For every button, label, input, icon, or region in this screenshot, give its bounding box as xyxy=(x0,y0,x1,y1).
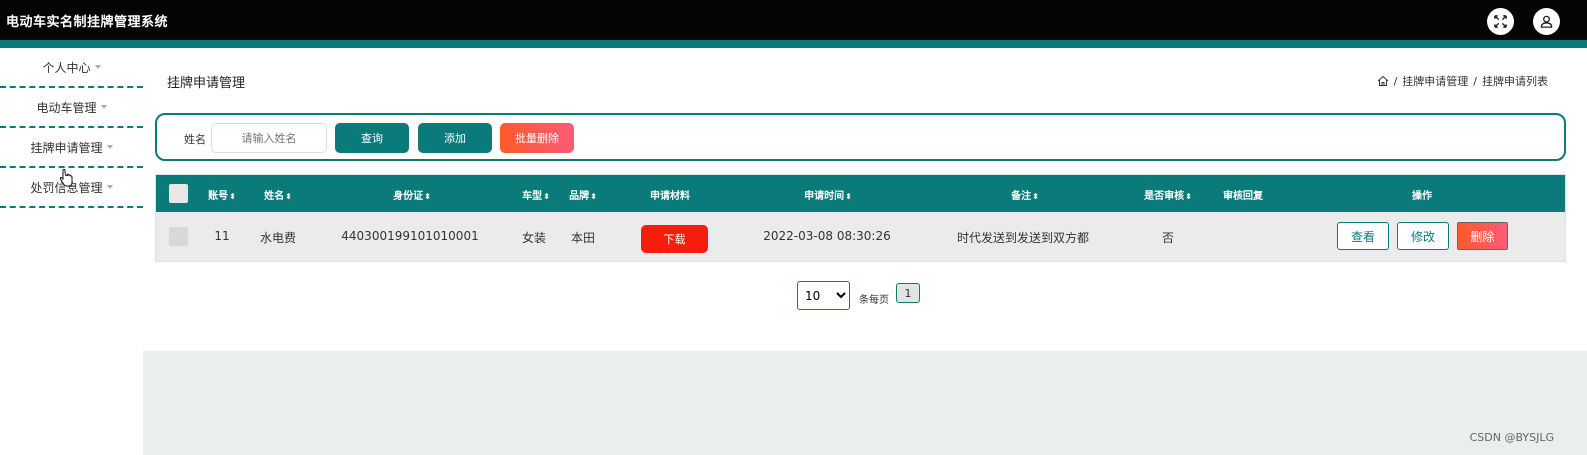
breadcrumb-separator: / xyxy=(1473,74,1477,88)
sidebar-item-label: 挂牌申请管理 xyxy=(30,140,103,155)
hand-cursor-icon xyxy=(59,169,73,187)
sidebar-item-personal-center[interactable]: 个人中心 xyxy=(0,48,143,88)
per-page-label: 条每页 xyxy=(859,295,889,306)
sort-icon: ⬍ xyxy=(1185,192,1192,201)
main-content: 挂牌申请管理 / 挂牌申请管理 / 挂牌申请列表 姓名 查询 添加 批量删除 账… xyxy=(143,48,1587,351)
top-bar: 电动车实名制挂牌管理系统 xyxy=(0,0,1587,40)
column-header-review-reply: 审核回复 xyxy=(1223,191,1263,202)
page-size-select[interactable]: 10 xyxy=(797,281,850,310)
caret-down-icon xyxy=(94,65,101,69)
column-header-brand[interactable]: 品牌⬍ xyxy=(569,187,597,202)
sidebar-item-ebike-management[interactable]: 电动车管理 xyxy=(0,88,143,128)
sort-icon: ⬍ xyxy=(285,192,292,201)
app-title: 电动车实名制挂牌管理系统 xyxy=(6,15,169,30)
cell-car-type: 女装 xyxy=(521,231,547,245)
cell-reviewed: 否 xyxy=(1161,231,1175,245)
query-button[interactable]: 查询 xyxy=(335,123,409,153)
footer-area xyxy=(143,351,1587,455)
fullscreen-icon xyxy=(1494,15,1507,28)
user-button[interactable] xyxy=(1533,8,1560,35)
sort-icon: ⬍ xyxy=(543,192,550,201)
sort-icon: ⬍ xyxy=(845,192,852,201)
name-search-input[interactable] xyxy=(211,123,327,153)
user-icon xyxy=(1540,15,1553,28)
sort-icon: ⬍ xyxy=(590,192,597,201)
column-header-reviewed[interactable]: 是否审核⬍ xyxy=(1144,187,1192,202)
column-header-account[interactable]: 账号⬍ xyxy=(208,187,236,202)
application-table: 账号⬍ 姓名⬍ 身份证⬍ 车型⬍ 品牌⬍ 申请材料 申请时间⬍ 备注⬍ 是否审核… xyxy=(155,174,1566,262)
watermark: CSDN @BYSJLG xyxy=(1469,431,1554,444)
edit-button[interactable]: 修改 xyxy=(1397,222,1449,250)
cell-remark: 时代发送到发送到双方都 xyxy=(956,231,1090,245)
table-header: 账号⬍ 姓名⬍ 身份证⬍ 车型⬍ 品牌⬍ 申请材料 申请时间⬍ 备注⬍ 是否审核… xyxy=(156,175,1565,212)
sidebar-item-label: 电动车管理 xyxy=(36,100,97,115)
breadcrumb: / 挂牌申请管理 / 挂牌申请列表 xyxy=(1377,73,1548,89)
table-row: 11 水电费 440300199101010001 女装 本田 下载 2022-… xyxy=(156,212,1565,261)
cell-name: 水电费 xyxy=(259,231,297,245)
name-label: 姓名 xyxy=(184,133,206,146)
caret-down-icon xyxy=(100,105,107,109)
select-all-checkbox[interactable] xyxy=(169,184,188,203)
page-title: 挂牌申请管理 xyxy=(167,76,246,91)
row-checkbox[interactable] xyxy=(169,227,188,246)
view-button[interactable]: 查看 xyxy=(1337,222,1389,250)
breadcrumb-separator: / xyxy=(1393,74,1398,88)
column-header-name[interactable]: 姓名⬍ xyxy=(264,187,292,202)
breadcrumb-item[interactable]: 挂牌申请管理 xyxy=(1402,73,1468,89)
sort-icon: ⬍ xyxy=(1032,192,1039,201)
page-number-button[interactable]: 1 xyxy=(896,283,920,303)
cell-account: 11 xyxy=(214,229,230,243)
home-icon[interactable] xyxy=(1377,75,1389,87)
cell-brand: 本田 xyxy=(570,231,596,245)
breadcrumb-item: 挂牌申请列表 xyxy=(1482,75,1548,88)
download-button[interactable]: 下载 xyxy=(641,225,708,253)
caret-down-icon xyxy=(106,145,113,149)
sidebar-item-label: 个人中心 xyxy=(42,60,91,75)
column-header-remark[interactable]: 备注⬍ xyxy=(1011,187,1039,202)
sort-icon: ⬍ xyxy=(424,192,431,201)
cell-apply-time: 2022-03-08 08:30:26 xyxy=(763,229,891,243)
search-panel: 姓名 查询 添加 批量删除 xyxy=(155,113,1566,161)
sort-icon: ⬍ xyxy=(229,192,236,201)
caret-down-icon xyxy=(106,185,113,189)
batch-delete-button[interactable]: 批量删除 xyxy=(500,123,574,153)
column-header-car-type[interactable]: 车型⬍ xyxy=(522,187,550,202)
cell-id-card: 440300199101010001 xyxy=(341,229,479,243)
column-header-material: 申请材料 xyxy=(650,191,690,202)
column-header-actions: 操作 xyxy=(1412,191,1432,202)
fullscreen-button[interactable] xyxy=(1487,8,1514,35)
add-button[interactable]: 添加 xyxy=(418,123,492,153)
delete-button[interactable]: 删除 xyxy=(1457,222,1508,250)
sidebar-item-plate-application[interactable]: 挂牌申请管理 xyxy=(0,128,143,168)
column-header-id-card[interactable]: 身份证⬍ xyxy=(393,187,431,202)
accent-bar xyxy=(0,40,1587,48)
column-header-apply-time[interactable]: 申请时间⬍ xyxy=(804,187,852,202)
sidebar: 个人中心 电动车管理 挂牌申请管理 处罚信息管理 xyxy=(0,48,143,455)
